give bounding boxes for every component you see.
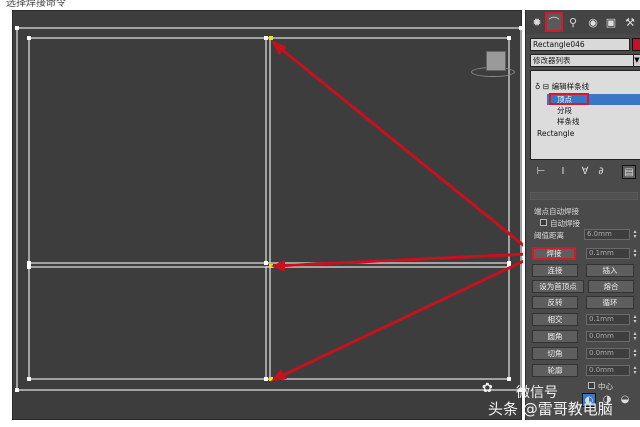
boolean-intersect-icon[interactable]: ◒ (618, 393, 632, 407)
light-bulb-icon[interactable]: ♁ (535, 82, 541, 91)
outline-button[interactable]: 轮廓 (532, 364, 578, 377)
remove-modifier-icon[interactable]: ∂ (594, 165, 608, 179)
threshold-spinner-icon[interactable]: ▴ ▾ (632, 229, 638, 240)
connect-button[interactable]: 连接 (532, 264, 578, 277)
rectangle-top-left (28, 37, 271, 264)
center-checkbox[interactable] (588, 382, 595, 389)
modifier-list-dropdown[interactable]: 修改器列表 (530, 54, 634, 67)
command-panel: ✹ ⌒ ⚲ ◉ ▣ ⚒ Rectangle046 修改器列表 ▼ ♁ ⊟ 编辑样… (525, 10, 640, 420)
max-screenshot: 选择焊接命令 ✹ ⌒ ⚲ ◉ ▣ ⚒ Rectangle046 修改器列表 ▼ … (0, 0, 640, 427)
annotation-arrows (274, 42, 523, 381)
stack-toolbar: ⊢ Ⅰ ∀ ∂ ▤ (530, 165, 640, 181)
weld-spinner-icon[interactable]: ▴ ▾ (632, 248, 638, 259)
brand-watermark: 头条 @雷哥教电脑 (488, 400, 613, 418)
caption-text: 选择焊接命令 (6, 0, 66, 9)
weld-threshold-field[interactable]: 0.1mm (586, 248, 630, 259)
vertex-markers (15, 26, 523, 392)
weld-button[interactable]: 焊接 (532, 247, 576, 260)
display-icon: ▣ (605, 15, 617, 29)
threshold-distance-label: 阈值距离 (534, 231, 564, 240)
cross-insert-spinner-icon[interactable]: ▴ ▾ (632, 314, 638, 325)
vertex (27, 377, 31, 381)
auto-weld-checkbox[interactable] (540, 219, 547, 226)
make-unique-icon[interactable]: ∀ (578, 165, 592, 179)
vertex (264, 36, 268, 40)
vertex (15, 26, 19, 30)
rollout-header[interactable] (530, 192, 638, 200)
vertex-highlight-box (549, 93, 589, 105)
outer-frame (16, 27, 522, 391)
object-name-field[interactable]: Rectangle046 (530, 38, 630, 51)
modify-tab[interactable]: ⌒ (545, 12, 563, 32)
cycle-button[interactable]: 循环 (586, 296, 634, 309)
chamfer-button[interactable]: 切角 (532, 347, 578, 360)
stack-item-segment[interactable]: 分段 (557, 105, 572, 116)
cross-insert-button[interactable]: 相交 (532, 313, 578, 326)
threshold-distance-field[interactable]: 6.0mm (584, 229, 630, 240)
stack-item-rectangle[interactable]: Rectangle (537, 128, 574, 139)
auto-weld-label: 自动焊接 (550, 219, 580, 228)
object-color-swatch[interactable] (632, 38, 640, 51)
fuse-button[interactable]: 熔合 (588, 280, 634, 293)
vertex (27, 265, 31, 269)
pin-stack-icon[interactable]: ⊢ (534, 165, 548, 179)
modifier-stack: ♁ ⊟ 编辑样条线 顶点 分段 样条线 Rectangle (530, 70, 640, 160)
make-first-button[interactable]: 设为首顶点 (532, 280, 584, 293)
hierarchy-icon: ⚲ (568, 15, 578, 29)
configure-modifier-sets-icon[interactable]: ▤ (622, 165, 636, 179)
command-panel-tabs: ✹ ⌒ ⚲ ◉ ▣ ⚒ (526, 10, 640, 34)
vertex (27, 261, 31, 265)
vertex (519, 26, 523, 30)
stack-item-edit-spline-label: 编辑样条线 (551, 82, 590, 91)
fillet-button[interactable]: 圆角 (532, 330, 578, 343)
stack-item-spline-label: 样条线 (557, 117, 580, 126)
vertex (507, 36, 511, 40)
perspective-viewport[interactable] (12, 10, 523, 421)
wechat-icon: ✿ (482, 381, 493, 396)
chamfer-field[interactable]: 0.0mm (586, 348, 630, 359)
vertex (27, 36, 31, 40)
cross-insert-field[interactable]: 0.1mm (586, 314, 630, 325)
chevron-down-icon[interactable]: ▼ (633, 54, 640, 67)
vertex (507, 261, 511, 265)
utilities-icon: ⚒ (625, 15, 635, 29)
viewport-canvas[interactable] (13, 11, 523, 421)
collapse-toggle-icon[interactable]: ⊟ (543, 82, 549, 91)
outline-field[interactable]: 0.0mm (586, 365, 630, 376)
motion-icon: ◉ (588, 15, 598, 29)
vertex (264, 261, 268, 265)
show-end-result-icon[interactable]: Ⅰ (556, 165, 570, 179)
vertex (264, 377, 268, 381)
selected-vertex-top (269, 36, 273, 40)
stack-item-spline[interactable]: 样条线 (557, 116, 580, 127)
vertex (15, 388, 19, 392)
create-tab[interactable]: ✹ (528, 12, 546, 32)
display-tab[interactable]: ▣ (602, 12, 620, 32)
fillet-field[interactable]: 0.0mm (586, 331, 630, 342)
endpoint-auto-weld-label: 端点自动焊接 (534, 207, 579, 216)
reverse-button[interactable]: 反转 (532, 296, 578, 309)
stack-item-rectangle-label: Rectangle (537, 129, 575, 138)
chamfer-spinner-icon[interactable]: ▴ ▾ (632, 348, 638, 359)
create-icon: ✹ (532, 15, 542, 29)
modify-icon: ⌒ (548, 16, 560, 29)
outline-spinner-icon[interactable]: ▴ ▾ (632, 365, 638, 376)
fillet-spinner-icon[interactable]: ▴ ▾ (632, 331, 638, 342)
stack-item-segment-label: 分段 (557, 106, 572, 115)
rectangle-bottom-left (28, 266, 271, 380)
motion-tab[interactable]: ◉ (584, 12, 602, 32)
insert-button[interactable]: 插入 (586, 264, 634, 277)
utilities-tab[interactable]: ⚒ (621, 12, 639, 32)
hierarchy-tab[interactable]: ⚲ (564, 12, 582, 32)
center-label: 中心 (598, 382, 613, 391)
arrow-heads (271, 40, 287, 381)
stack-item-edit-spline[interactable]: ♁ ⊟ 编辑样条线 (535, 81, 640, 92)
vertex (507, 377, 511, 381)
viewcube[interactable] (486, 51, 506, 71)
